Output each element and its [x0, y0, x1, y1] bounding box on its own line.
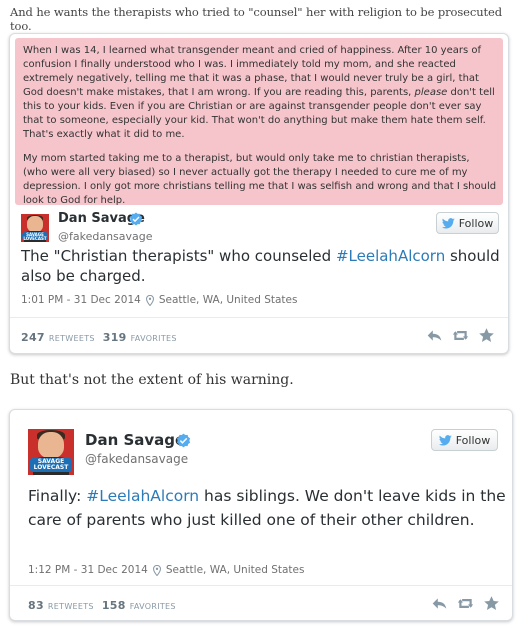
verified-badge-icon — [129, 212, 143, 226]
star-icon[interactable] — [478, 327, 495, 344]
author-handle[interactable]: @fakedansavage — [85, 452, 188, 466]
follow-label: Follow — [455, 433, 491, 447]
reply-icon[interactable] — [426, 327, 443, 344]
location[interactable]: Seattle, WA, United States — [159, 294, 298, 306]
hashtag-link[interactable]: #LeelahAlcorn — [336, 247, 445, 265]
quoted-note-paragraph-2: My mom started taking me to a therapist,… — [23, 153, 497, 206]
hashtag-link[interactable]: #LeelahAlcorn — [86, 487, 199, 505]
avatar-badge: SAVAGE LOVECAST — [29, 458, 73, 473]
quoted-note: When I was 14, I learned what transgende… — [15, 38, 503, 206]
favorites-label: FAVORITES — [130, 334, 177, 343]
follow-label: Follow — [458, 216, 494, 230]
favorites-count: 158 — [101, 599, 126, 612]
tweet-card-1: When I was 14, I learned what transgende… — [9, 33, 509, 354]
retweet-icon[interactable] — [457, 595, 474, 612]
tweet-actions — [426, 327, 495, 344]
retweets-label: RETWEETS — [48, 334, 95, 343]
favorites-count: 319 — [102, 331, 127, 344]
intro-line: And he wants the therapists who tried to… — [10, 5, 503, 33]
tweet-meta: 1:01 PM - 31 Dec 2014 Seattle, WA, Unite… — [21, 294, 297, 306]
verified-badge-icon — [176, 433, 191, 448]
avatar[interactable]: SAVAGE LOVECAST — [21, 214, 49, 242]
tweet-actions — [431, 595, 500, 612]
twitter-bird-icon — [441, 217, 455, 228]
avatar-badge: SAVAGE LOVECAST — [22, 231, 48, 241]
divider — [10, 585, 512, 586]
tweet-card-2: SAVAGE LOVECAST Dan Savage @fakedansavage… — [9, 409, 513, 621]
timestamp[interactable]: 1:01 PM - 31 Dec 2014 — [21, 294, 141, 306]
tweet-stats: 247 RETWEETS 319 FAVORITES — [21, 331, 177, 344]
author-handle[interactable]: @fakedansavage — [58, 230, 153, 243]
location[interactable]: Seattle, WA, United States — [166, 564, 305, 576]
star-icon[interactable] — [483, 595, 500, 612]
twitter-bird-icon — [438, 434, 452, 445]
follow-button[interactable]: Follow — [431, 429, 498, 451]
quoted-note-paragraph-1: When I was 14, I learned what transgende… — [23, 45, 495, 140]
retweets-count: 247 — [21, 331, 45, 344]
follow-button[interactable]: Follow — [436, 212, 499, 234]
tweet-text: Finally: #LeelahAlcorn has siblings. We … — [28, 487, 506, 529]
tweet-stats: 83 RETWEETS 158 FAVORITES — [28, 599, 176, 612]
tweet-text: The "Christian therapists" who counseled… — [21, 247, 500, 285]
timestamp[interactable]: 1:12 PM - 31 Dec 2014 — [28, 564, 148, 576]
favorites-label: FAVORITES — [129, 602, 176, 611]
retweets-count: 83 — [28, 599, 44, 612]
middle-line: But that's not the extent of his warning… — [10, 372, 294, 388]
author-name[interactable]: Dan Savage — [85, 431, 185, 449]
avatar[interactable]: SAVAGE LOVECAST — [28, 429, 74, 475]
divider — [10, 317, 508, 318]
location-pin-icon — [152, 564, 161, 576]
retweet-icon[interactable] — [452, 327, 469, 344]
location-pin-icon — [145, 294, 154, 306]
reply-icon[interactable] — [431, 595, 448, 612]
retweets-label: RETWEETS — [47, 602, 94, 611]
tweet-meta: 1:12 PM - 31 Dec 2014 Seattle, WA, Unite… — [28, 564, 304, 576]
emphasis-please: please — [414, 87, 448, 98]
